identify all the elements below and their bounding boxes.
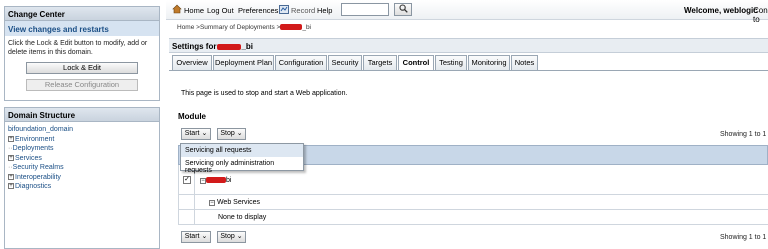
table-row: ✓ − bi: [178, 170, 768, 195]
top-toolbar: Home Log Out Preferences Record Help Wel…: [166, 0, 768, 24]
expand-icon[interactable]: +: [8, 154, 14, 161]
search-button[interactable]: [394, 3, 412, 16]
search-input[interactable]: [341, 3, 389, 16]
menu-item-servicing-all[interactable]: Servicing all requests: [181, 144, 303, 157]
logout-link[interactable]: Log Out: [207, 6, 234, 15]
tab-deployment-plan[interactable]: Deployment Plan: [213, 55, 274, 70]
pagination-status: Showing 1 to 1: [720, 131, 767, 138]
connected-text: Connected to: [753, 6, 768, 24]
start-button-bottom[interactable]: Start ⌄: [181, 231, 211, 243]
lock-edit-button[interactable]: Lock & Edit: [26, 62, 138, 74]
redaction-mark: [217, 43, 242, 50]
preferences-link[interactable]: Preferences: [238, 6, 278, 15]
domain-structure-panel: Domain Structure bifoundation_domain + En…: [4, 107, 160, 249]
redaction-mark: [280, 24, 303, 31]
tab-divider: [169, 70, 768, 71]
change-center-panel: Change Center View changes and restarts …: [4, 6, 160, 101]
record-link[interactable]: Record: [291, 6, 315, 15]
breadcrumb-path[interactable]: Home >Summary of Deployments >: [177, 24, 280, 31]
stop-button-bottom[interactable]: Stop ⌄: [217, 231, 246, 243]
web-services-node[interactable]: − Web Services: [209, 199, 260, 206]
table-column-divider: [194, 165, 195, 225]
tab-targets[interactable]: Targets: [363, 55, 397, 70]
settings-title-bar: Settings for _bi: [169, 38, 768, 53]
none-to-display: None to display: [218, 214, 267, 221]
settings-prefix: Settings for: [172, 42, 217, 51]
table-row: − Web Services: [178, 195, 768, 210]
table-border: [178, 165, 179, 225]
chevron-down-icon: ⌄: [236, 130, 243, 137]
page-description: This page is used to stop and start a We…: [181, 90, 348, 97]
tree-item-interoperability[interactable]: + Interoperability: [8, 173, 156, 183]
breadcrumb-current: _bi: [302, 24, 312, 31]
table-row: None to display: [178, 210, 768, 225]
tab-configuration[interactable]: Configuration: [275, 55, 327, 70]
tree-item-environment[interactable]: + Environment: [8, 135, 156, 145]
pagination-status-bottom: Showing 1 to 1: [720, 234, 767, 241]
stop-button[interactable]: Stop ⌄: [217, 128, 246, 140]
start-button[interactable]: Start ⌄: [181, 128, 211, 140]
change-center-title: Change Center: [5, 7, 159, 21]
tab-security[interactable]: Security: [328, 55, 362, 70]
tab-monitoring[interactable]: Monitoring: [468, 55, 510, 70]
tab-notes[interactable]: Notes: [511, 55, 538, 70]
module-heading: Module: [178, 112, 206, 121]
row-checkbox[interactable]: ✓: [183, 176, 191, 184]
tree-item-security-realms[interactable]: ··Security Realms: [8, 163, 156, 173]
app-name[interactable]: − bi: [200, 177, 231, 184]
domain-tree: bifoundation_domain + Environment ··Deplo…: [5, 122, 159, 195]
breadcrumb: Home >Summary of Deployments > _bi: [177, 24, 311, 31]
start-dropdown-menu: Servicing all requests Servicing only ad…: [180, 143, 304, 174]
tab-testing[interactable]: Testing: [435, 55, 467, 70]
redaction-mark: [206, 177, 226, 184]
chevron-down-icon: ⌄: [236, 233, 243, 240]
tab-overview[interactable]: Overview: [172, 55, 212, 70]
home-link[interactable]: Home: [184, 6, 204, 15]
record-icon[interactable]: [279, 5, 289, 16]
settings-suffix: _bi: [241, 42, 254, 51]
tree-root[interactable]: bifoundation_domain: [8, 125, 156, 135]
collapse-icon[interactable]: −: [209, 200, 215, 206]
tree-item-services[interactable]: + Services: [8, 154, 156, 164]
domain-structure-title: Domain Structure: [5, 108, 159, 122]
tree-item-deployments[interactable]: ··Deployments: [8, 144, 156, 154]
chevron-down-icon: ⌄: [201, 233, 208, 240]
menu-item-servicing-admin[interactable]: Servicing only administration requests: [181, 157, 303, 174]
release-configuration-button: Release Configuration: [26, 79, 138, 91]
view-changes-link[interactable]: View changes and restarts: [5, 21, 159, 36]
tree-item-diagnostics[interactable]: + Diagnostics: [8, 182, 156, 192]
search-icon: [398, 4, 408, 13]
change-center-description: Click the Lock & Edit button to modify, …: [8, 40, 148, 56]
help-link[interactable]: Help: [317, 6, 332, 15]
expand-icon[interactable]: +: [8, 135, 14, 142]
expand-icon[interactable]: +: [8, 183, 14, 190]
home-icon[interactable]: [172, 4, 182, 16]
welcome-text: Welcome, weblogic: [684, 6, 758, 15]
tab-control[interactable]: Control: [398, 55, 434, 71]
chevron-down-icon: ⌄: [201, 130, 208, 137]
expand-icon[interactable]: +: [8, 173, 14, 180]
